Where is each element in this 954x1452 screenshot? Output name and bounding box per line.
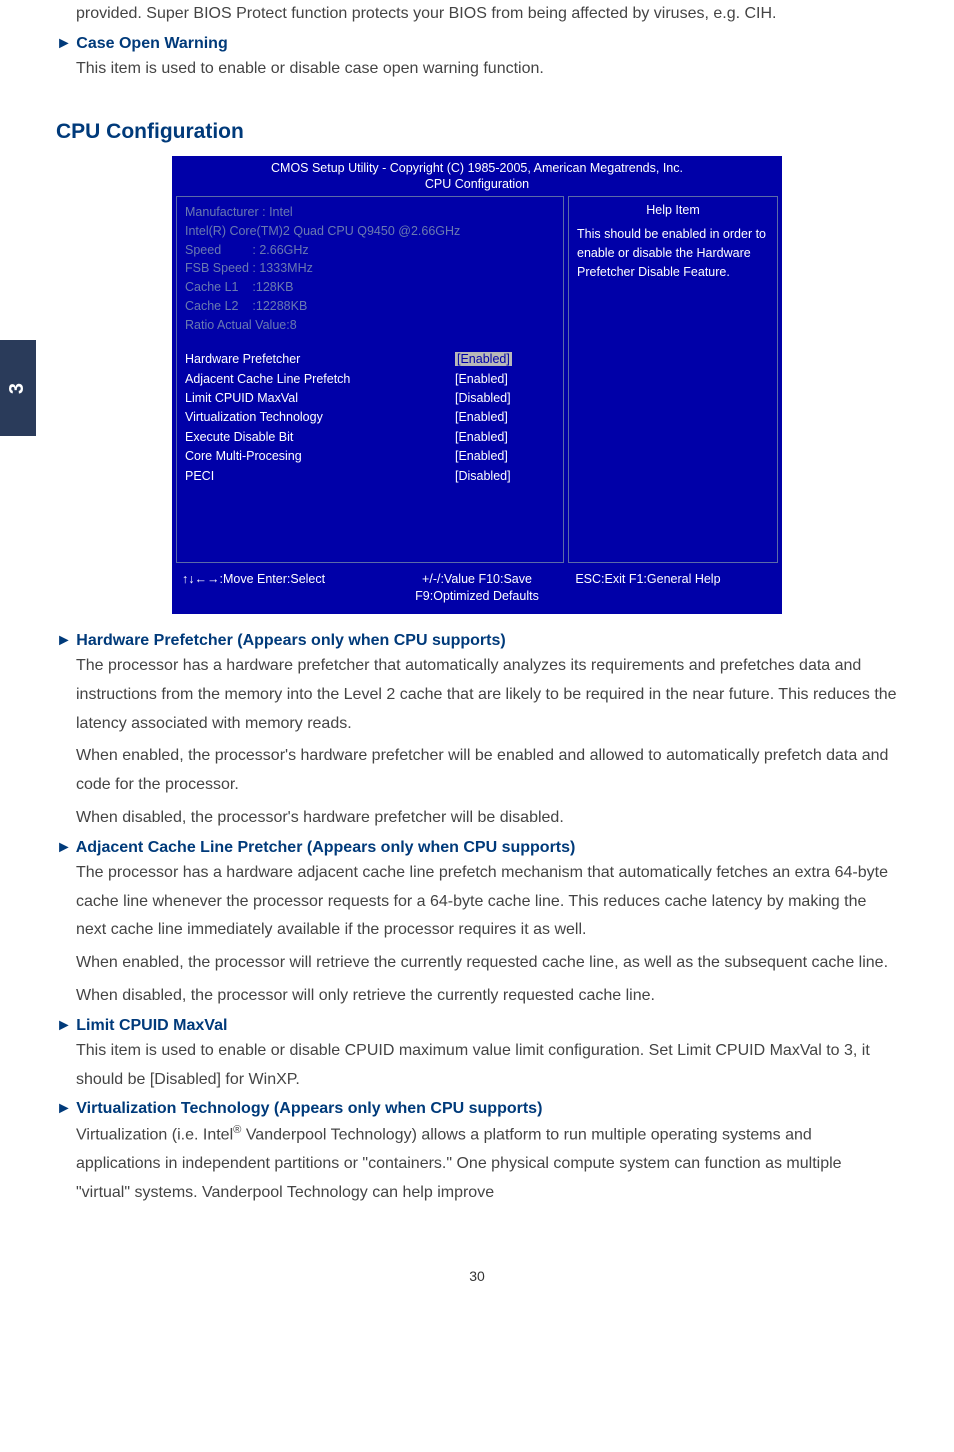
bios-footer: ↑↓←→:Move Enter:Select +/-/:Value F10:Sa… — [172, 567, 782, 614]
bios-setting-label: Hardware Prefetcher — [185, 350, 455, 369]
bios-setting-value: [Disabled] — [455, 467, 555, 486]
bios-title: CMOS Setup Utility - Copyright (C) 1985-… — [172, 156, 782, 197]
bios-footer-col2: +/-/:Value F10:Save F9:Optimized Default… — [379, 571, 576, 606]
bios-setting-value: [Enabled] — [455, 408, 555, 427]
heading-case-open-warning: ► Case Open Warning — [56, 35, 898, 53]
bios-setting-value: [Enabled] — [455, 370, 555, 389]
bios-setting-value: [Enabled] — [455, 447, 555, 466]
bios-setting-row: Limit CPUID MaxVal[Disabled] — [185, 389, 555, 408]
bios-footer-move: ↑↓←→:Move Enter:Select — [182, 571, 379, 589]
heading-adjacent-cache: ► Adjacent Cache Line Pretcher (Appears … — [56, 839, 898, 857]
bios-setting-row: PECI[Disabled] — [185, 467, 555, 486]
adj-p3: When disabled, the processor will only r… — [76, 982, 898, 1011]
bios-setting-label: Limit CPUID MaxVal — [185, 389, 455, 408]
bios-setting-row: Virtualization Technology[Enabled] — [185, 408, 555, 427]
bios-cpu-model: Intel(R) Core(TM)2 Quad CPU Q9450 @2.66G… — [185, 222, 555, 241]
chapter-number: 3 — [7, 382, 30, 393]
bios-help-panel: Help Item This should be enabled in orde… — [568, 196, 778, 563]
bios-setting-label: Execute Disable Bit — [185, 428, 455, 447]
bios-left-panel: Manufacturer : Intel Intel(R) Core(TM)2 … — [176, 196, 564, 563]
bios-l2: Cache L2 :12288KB — [185, 297, 555, 316]
bios-help-title: Help Item — [577, 203, 769, 225]
bios-setting-label: PECI — [185, 467, 455, 486]
bios-speed: Speed : 2.66GHz — [185, 241, 555, 260]
adj-p2: When enabled, the processor will retriev… — [76, 949, 898, 978]
bios-panels: Manufacturer : Intel Intel(R) Core(TM)2 … — [172, 196, 782, 567]
bios-setting-label: Adjacent Cache Line Prefetch — [185, 370, 455, 389]
bios-setting-label: Virtualization Technology — [185, 408, 455, 427]
bios-setting-row: Execute Disable Bit[Enabled] — [185, 428, 555, 447]
cpuid-p1: This item is used to enable or disable C… — [76, 1037, 898, 1095]
bios-settings-list: Hardware Prefetcher[Enabled]Adjacent Cac… — [185, 350, 555, 486]
main-heading-cpu-config: CPU Configuration — [56, 120, 898, 144]
case-open-paragraph: This item is used to enable or disable c… — [76, 55, 898, 84]
bios-setting-row: Core Multi-Procesing[Enabled] — [185, 447, 555, 466]
bios-setting-row: Hardware Prefetcher[Enabled] — [185, 350, 555, 369]
hw-pref-p3: When disabled, the processor's hardware … — [76, 804, 898, 833]
bios-cpu-info: Manufacturer : Intel Intel(R) Core(TM)2 … — [185, 203, 555, 334]
bios-footer-value: +/-/:Value F10:Save — [379, 571, 576, 589]
bios-manufacturer: Manufacturer : Intel — [185, 203, 555, 222]
intro-paragraph-1: provided. Super BIOS Protect function pr… — [76, 0, 898, 29]
bios-help-text: This should be enabled in order to enabl… — [577, 225, 769, 281]
heading-virtualization: ► Virtualization Technology (Appears onl… — [56, 1100, 898, 1118]
hw-pref-p2: When enabled, the processor's hardware p… — [76, 742, 898, 800]
heading-text: ► Case Open Warning — [56, 35, 228, 52]
bios-setting-value: [Disabled] — [455, 389, 555, 408]
bios-ratio: Ratio Actual Value:8 — [185, 316, 555, 335]
bios-footer-esc: ESC:Exit F1:General Help — [575, 571, 772, 589]
adj-p1: The processor has a hardware adjacent ca… — [76, 859, 898, 945]
bios-footer-col3: ESC:Exit F1:General Help — [575, 571, 772, 606]
heading-hardware-prefetcher: ► Hardware Prefetcher (Appears only when… — [56, 632, 898, 650]
page-number: 30 — [0, 1236, 954, 1302]
bios-l1: Cache L1 :128KB — [185, 278, 555, 297]
bios-setting-label: Core Multi-Procesing — [185, 447, 455, 466]
page-content: provided. Super BIOS Protect function pr… — [0, 0, 954, 1236]
virt-p1a: Virtualization (i.e. Intel — [76, 1127, 233, 1144]
bios-setting-value: [Enabled] — [455, 428, 555, 447]
bios-footer-col1: ↑↓←→:Move Enter:Select — [182, 571, 379, 606]
hw-pref-p1: The processor has a hardware prefetcher … — [76, 652, 898, 738]
heading-limit-cpuid: ► Limit CPUID MaxVal — [56, 1017, 898, 1035]
virt-p1: Virtualization (i.e. Intel® Vanderpool T… — [76, 1120, 898, 1208]
bios-screenshot: CMOS Setup Utility - Copyright (C) 1985-… — [172, 156, 782, 614]
bios-footer-defaults: F9:Optimized Defaults — [379, 588, 576, 606]
bios-setting-row: Adjacent Cache Line Prefetch[Enabled] — [185, 370, 555, 389]
bios-title-line1: CMOS Setup Utility - Copyright (C) 1985-… — [172, 160, 782, 176]
chapter-side-tab: 3 — [0, 340, 36, 436]
bios-title-line2: CPU Configuration — [172, 176, 782, 192]
bios-setting-value: [Enabled] — [455, 350, 555, 369]
bios-fsb: FSB Speed : 1333MHz — [185, 259, 555, 278]
